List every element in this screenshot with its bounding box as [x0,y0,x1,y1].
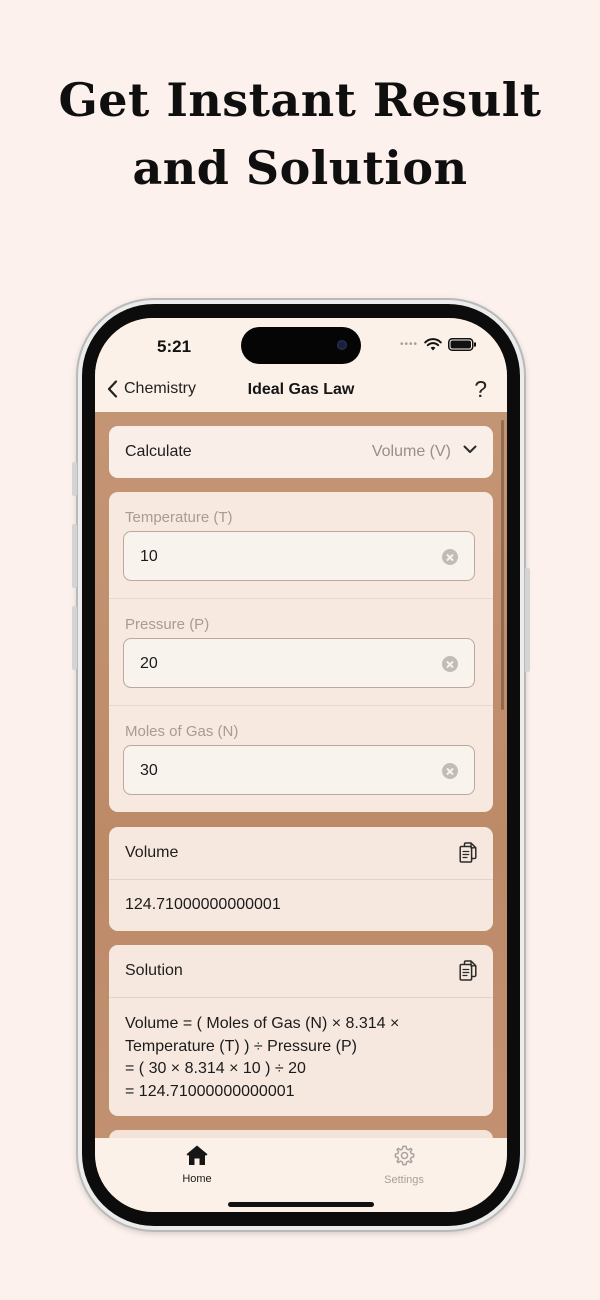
chevron-down-icon [463,445,477,453]
status-bar: 5:21 •••• [95,318,507,376]
home-indicator[interactable] [228,1202,374,1207]
headline: Get Instant Result and Solution [0,66,600,202]
headline-line-1: Get Instant Result [58,73,542,127]
status-time: 5:21 [157,337,192,356]
page-title: Ideal Gas Law [247,381,355,398]
divider [109,879,493,880]
volume-down-button [72,606,77,670]
tab-home[interactable]: Home [157,1144,237,1185]
temperature-label: Temperature (T) [125,509,233,526]
clear-icon[interactable] [442,763,458,779]
solution-line: = 124.71000000000001 [125,1082,295,1100]
solution-line: Temperature (T) ) ÷ Pressure (P) [125,1037,357,1055]
volume-up-button [72,524,77,588]
divider [109,997,493,998]
copy-icon[interactable] [459,960,477,981]
divider [109,705,493,706]
calculator-content: Calculate Volume (V) Temperature (T) 10 … [95,412,507,1160]
calculate-label: Calculate [125,443,192,460]
mute-switch [72,462,77,496]
clear-icon[interactable] [442,656,458,672]
power-button [525,568,530,672]
cellular-dots-icon: •••• [399,339,418,350]
pressure-label: Pressure (P) [125,616,210,633]
moles-field[interactable]: 30 [123,745,475,795]
scrollbar[interactable] [501,420,504,710]
calculate-selected-value: Volume (V) [371,443,451,460]
inputs-card: Temperature (T) 10 Pressure (P) 20 Moles… [109,492,493,812]
solution-title: Solution [125,962,183,979]
calculate-selector[interactable]: Calculate Volume (V) [109,426,493,478]
pressure-field[interactable]: 20 [123,638,475,688]
tab-settings[interactable]: Settings [364,1144,444,1186]
result-title: Volume [125,844,179,861]
headline-line-2: and Solution [132,141,468,195]
battery-icon [448,338,476,351]
copy-icon[interactable] [459,842,477,863]
house-icon [186,1145,208,1165]
temperature-field[interactable]: 10 [123,531,475,581]
navigation-bar: Chemistry Ideal Gas Law ? [95,376,507,412]
moles-label: Moles of Gas (N) [125,723,239,740]
moles-value: 30 [140,762,158,779]
tab-settings-label: Settings [384,1174,424,1186]
divider [109,598,493,599]
pressure-value: 20 [140,655,158,672]
temperature-value: 10 [140,548,158,565]
phone-screen: 5:21 •••• Chemistry Ideal Gas Law ? Calc… [95,318,507,1212]
help-button[interactable]: ? [474,376,487,403]
result-value: 124.71000000000001 [125,896,281,913]
clear-icon[interactable] [442,549,458,565]
result-card: Volume 124.71000000000001 [109,827,493,931]
dynamic-island [241,327,361,364]
tab-bar: Home Settings [95,1138,507,1212]
solution-text: Volume = ( Moles of Gas (N) × 8.314 × Te… [125,1013,485,1103]
wifi-icon [424,338,442,351]
tab-home-label: Home [182,1173,212,1185]
solution-line: Volume = ( Moles of Gas (N) × 8.314 × [125,1015,400,1032]
gear-icon [394,1145,414,1166]
solution-line: = ( 30 × 8.314 × 10 ) ÷ 20 [125,1060,306,1077]
status-icons: •••• [400,338,477,351]
solution-card: Solution Volume = ( Moles of Gas (N) × 8… [109,945,493,1116]
camera-icon [337,340,347,350]
